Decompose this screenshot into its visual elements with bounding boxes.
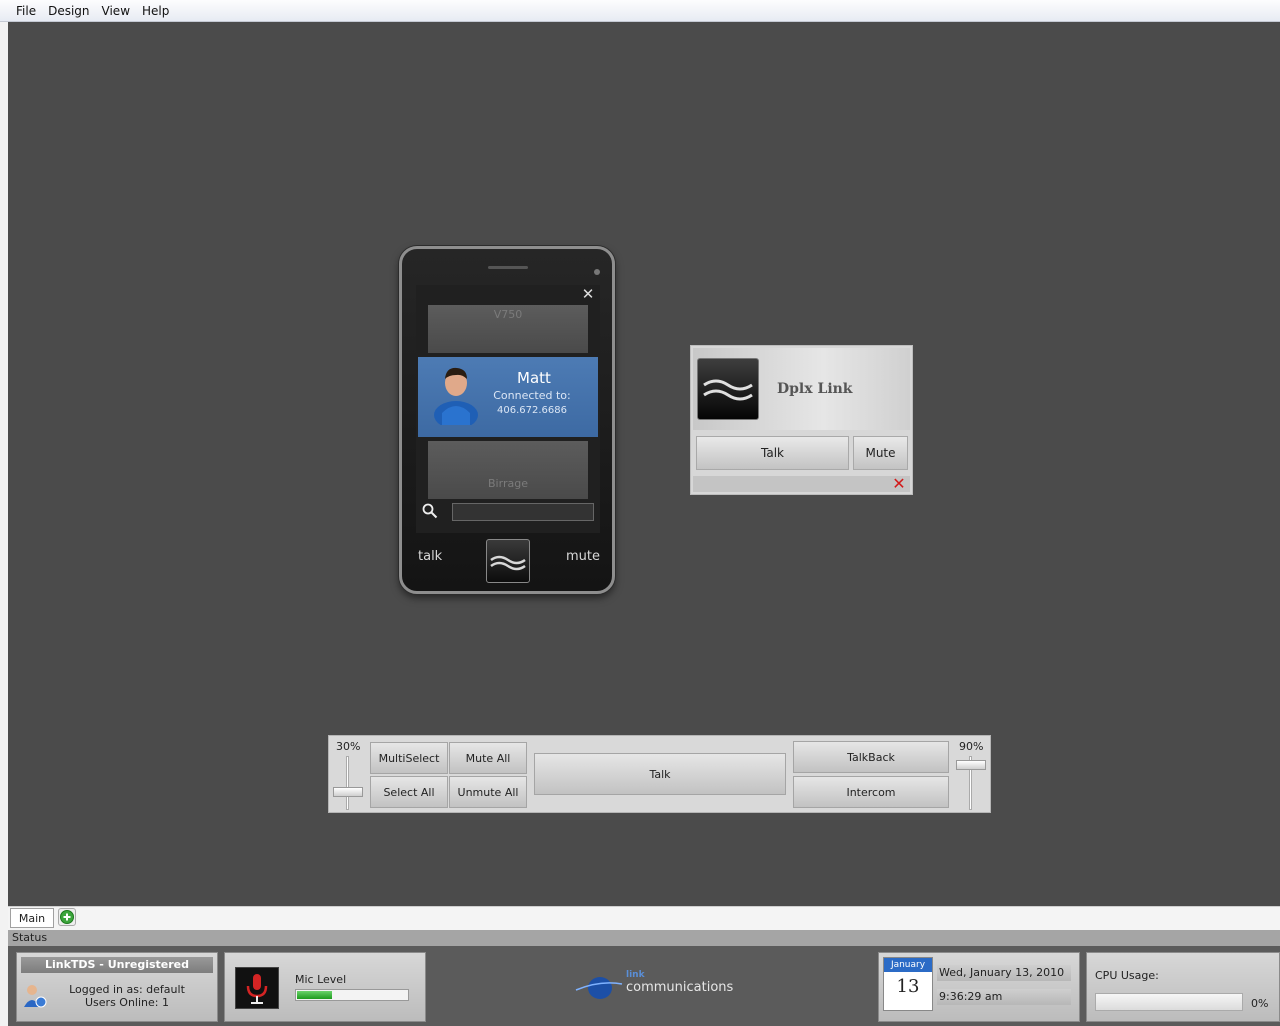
brand-bottom: communications <box>626 980 734 995</box>
date-panel: January 13 Wed, January 13, 2010 9:36:29… <box>878 952 1080 1022</box>
tab-main[interactable]: Main <box>10 908 54 928</box>
person-icon <box>434 367 478 425</box>
slider-rail <box>346 756 349 810</box>
connected-number: 406.672.6686 <box>497 405 567 416</box>
dplx-mute-button[interactable]: Mute <box>853 436 908 470</box>
add-tab-button[interactable] <box>58 908 76 926</box>
users-online-text: Users Online: 1 <box>85 996 169 1009</box>
mic-level-label: Mic Level <box>295 973 347 986</box>
menu-view[interactable]: View <box>96 4 136 18</box>
link-communications-logo: link communications <box>574 968 744 1004</box>
close-icon[interactable]: ✕ <box>580 287 596 302</box>
remove-icon[interactable]: ✕ <box>890 476 908 492</box>
mic-panel: Mic Level <box>224 952 426 1022</box>
phone-earpiece <box>488 266 528 269</box>
connected-label: Connected to: <box>493 389 571 402</box>
talkback-button[interactable]: TalkBack <box>793 741 949 773</box>
active-contact-card[interactable]: Matt Connected to: 406.672.6686 <box>418 357 598 437</box>
time-text: 9:36:29 am <box>937 989 1071 1005</box>
dplx-title: Dplx Link <box>777 381 853 397</box>
talk-button[interactable]: Talk <box>534 753 786 795</box>
cpu-usage-value: 0% <box>1251 997 1269 1010</box>
app-title: LinkTDS - Unregistered <box>21 957 213 973</box>
user-panel: LinkTDS - Unregistered Logged in as: def… <box>16 952 218 1022</box>
menu-help[interactable]: Help <box>136 4 175 18</box>
calendar-icon: January 13 <box>883 957 933 1011</box>
dplx-link-panel: Dplx Link Talk Mute ✕ <box>690 345 913 495</box>
phone-talk-key[interactable]: talk <box>418 549 442 564</box>
right-slider-label: 90% <box>959 740 984 753</box>
globe-logo-icon <box>575 977 623 999</box>
dplx-header: Dplx Link <box>693 348 910 430</box>
phone-search-row <box>416 501 600 523</box>
left-slider-label: 30% <box>336 740 361 753</box>
right-volume-slider[interactable] <box>956 756 986 812</box>
calendar-day: 13 <box>896 976 920 997</box>
contact-name: Matt <box>517 369 551 387</box>
contact-slot-bottom[interactable]: Birrage <box>428 441 588 499</box>
phone-center-button[interactable] <box>486 539 530 583</box>
date-text: Wed, January 13, 2010 <box>937 965 1071 981</box>
calendar-month: January <box>884 958 932 972</box>
status-header: Status <box>8 930 1280 946</box>
status-bar: LinkTDS - Unregistered Logged in as: def… <box>8 946 1280 1026</box>
dplx-footer: ✕ <box>693 476 910 492</box>
phone-mute-key[interactable]: mute <box>566 549 600 564</box>
left-edge <box>0 22 8 1026</box>
phone-search-input[interactable] <box>452 503 594 521</box>
multiselect-button[interactable]: MultiSelect <box>370 742 448 774</box>
phone-camera <box>594 269 600 275</box>
select-all-button[interactable]: Select All <box>370 776 448 808</box>
brand-top: link <box>626 970 645 980</box>
cpu-usage-label: CPU Usage: <box>1095 969 1159 982</box>
wave-logo-icon <box>697 358 759 420</box>
control-bar: 30% MultiSelect Mute All Select All Unmu… <box>328 735 991 813</box>
add-icon <box>60 910 74 924</box>
user-icon <box>24 985 47 1008</box>
left-volume-slider[interactable] <box>333 756 363 812</box>
phone-screen: ✕ V750 Matt Connected to: 406.672.6686 B… <box>416 285 600 533</box>
phone-widget: ✕ V750 Matt Connected to: 406.672.6686 B… <box>399 246 615 594</box>
slider-thumb[interactable] <box>956 760 986 770</box>
unmute-all-button[interactable]: Unmute All <box>449 776 527 808</box>
cpu-panel: CPU Usage: 0% <box>1086 952 1280 1022</box>
cpu-usage-bar <box>1095 993 1243 1011</box>
mic-level-fill <box>297 991 332 999</box>
dplx-talk-button[interactable]: Talk <box>696 436 849 470</box>
microphone-icon[interactable] <box>235 967 279 1009</box>
menu-design[interactable]: Design <box>42 4 95 18</box>
tab-bar: Main <box>8 906 1280 930</box>
mic-level-bar <box>295 989 409 1001</box>
wave-logo-icon <box>490 555 526 571</box>
menu-file[interactable]: File <box>10 4 42 18</box>
slider-thumb[interactable] <box>333 787 363 797</box>
search-icon[interactable] <box>422 503 438 519</box>
menu-bar: File Design View Help <box>0 0 1280 22</box>
contact-slot-top[interactable]: V750 <box>428 305 588 353</box>
logged-in-text: Logged in as: default <box>69 983 185 996</box>
mute-all-button[interactable]: Mute All <box>449 742 527 774</box>
intercom-button[interactable]: Intercom <box>793 776 949 808</box>
